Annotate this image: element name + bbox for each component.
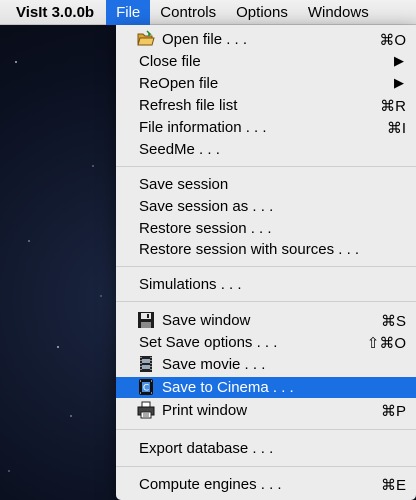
menu-item-print-window[interactable]: Print window ⌘P	[116, 400, 416, 421]
menu-item-reopen-file[interactable]: ReOpen file ▶	[116, 73, 416, 94]
menu-item-label: Export database . . .	[139, 440, 274, 457]
menu-item-close-file[interactable]: Close file ▶	[116, 51, 416, 72]
menu-item-shortcut: ⌘O	[379, 32, 406, 49]
menu-separator	[116, 429, 416, 430]
menu-file[interactable]: File	[106, 0, 151, 25]
menu-item-label: Save window	[162, 312, 251, 329]
printer-icon	[137, 401, 155, 419]
menu-item-label: File information . . .	[139, 119, 267, 136]
menu-item-label: Open file . . .	[162, 31, 248, 48]
menu-item-label: Simulations . . .	[139, 276, 242, 293]
menu-item-label: Set Save options . . .	[139, 334, 278, 351]
menu-item-seedme[interactable]: SeedMe . . .	[116, 139, 416, 160]
menu-item-restore-session[interactable]: Restore session . . .	[116, 218, 416, 239]
menu-windows[interactable]: Windows	[298, 0, 379, 25]
submenu-arrow-icon: ▶	[394, 75, 404, 90]
menu-item-label: Save session	[139, 176, 229, 193]
menu-item-label: Save movie . . .	[162, 356, 266, 373]
svg-text:C: C	[143, 384, 149, 394]
menu-item-label: Save session as . . .	[139, 198, 274, 215]
menu-item-shortcut: ⌘S	[380, 313, 406, 330]
menu-item-save-movie[interactable]: Save movie . . .	[116, 354, 416, 375]
menu-item-label: ReOpen file	[139, 75, 219, 92]
menu-item-label: Restore session with sources . . .	[139, 241, 360, 258]
menu-item-shortcut: ⌘P	[380, 403, 406, 420]
menu-bar: VisIt 3.0.0b File Controls Options Windo…	[0, 0, 416, 25]
menu-item-save-session-as[interactable]: Save session as . . .	[116, 196, 416, 217]
menu-item-save-session[interactable]: Save session	[116, 174, 416, 195]
menu-item-label: Compute engines . . .	[139, 476, 282, 493]
menu-item-save-to-cinema[interactable]: C Save to Cinema . . .	[116, 377, 416, 398]
menu-separator	[116, 266, 416, 267]
menu-item-save-window[interactable]: Save window ⌘S	[116, 310, 416, 331]
cinema-icon: C	[137, 378, 155, 396]
film-icon	[137, 355, 155, 373]
file-menu-dropdown: Open file . . . ⌘O Close file ▶ ReOpen f…	[116, 25, 416, 500]
menu-item-export-database[interactable]: Export database . . .	[116, 438, 416, 459]
menu-item-set-save-options[interactable]: Set Save options . . . ⇧⌘O	[116, 332, 416, 353]
menu-item-label: Close file	[139, 53, 201, 70]
menu-separator	[116, 466, 416, 467]
app-name[interactable]: VisIt 3.0.0b	[0, 0, 106, 25]
menu-item-restore-session-with-sources[interactable]: Restore session with sources . . .	[116, 239, 416, 260]
star	[70, 415, 72, 417]
star	[15, 61, 17, 63]
menu-item-label: Save to Cinema . . .	[162, 379, 294, 396]
menu-item-compute-engines[interactable]: Compute engines . . . ⌘E	[116, 474, 416, 495]
menu-item-simulations[interactable]: Simulations . . .	[116, 274, 416, 295]
folder-open-icon	[137, 30, 155, 48]
star	[100, 295, 102, 297]
menu-item-label: SeedMe . . .	[139, 141, 220, 158]
menu-controls[interactable]: Controls	[150, 0, 226, 25]
menu-item-shortcut: ⌘E	[380, 477, 406, 494]
floppy-disk-icon	[137, 311, 155, 329]
menu-item-shortcut: ⌘I	[386, 120, 406, 137]
menu-item-shortcut: ⇧⌘O	[366, 335, 406, 352]
menu-item-label: Restore session . . .	[139, 220, 272, 237]
star	[57, 346, 59, 348]
star	[92, 165, 94, 167]
menu-item-label: Print window	[162, 402, 248, 419]
menu-item-shortcut: ⌘R	[380, 98, 406, 115]
menu-item-label: Refresh file list	[139, 97, 238, 114]
star	[8, 470, 10, 472]
desktop-background	[0, 25, 116, 500]
menu-separator	[116, 166, 416, 167]
submenu-arrow-icon: ▶	[394, 53, 404, 68]
star	[28, 240, 30, 242]
menu-item-refresh-file-list[interactable]: Refresh file list ⌘R	[116, 95, 416, 116]
menu-item-open-file[interactable]: Open file . . . ⌘O	[116, 29, 416, 50]
menu-item-file-information[interactable]: File information . . . ⌘I	[116, 117, 416, 138]
menu-separator	[116, 301, 416, 302]
menu-options[interactable]: Options	[226, 0, 298, 25]
